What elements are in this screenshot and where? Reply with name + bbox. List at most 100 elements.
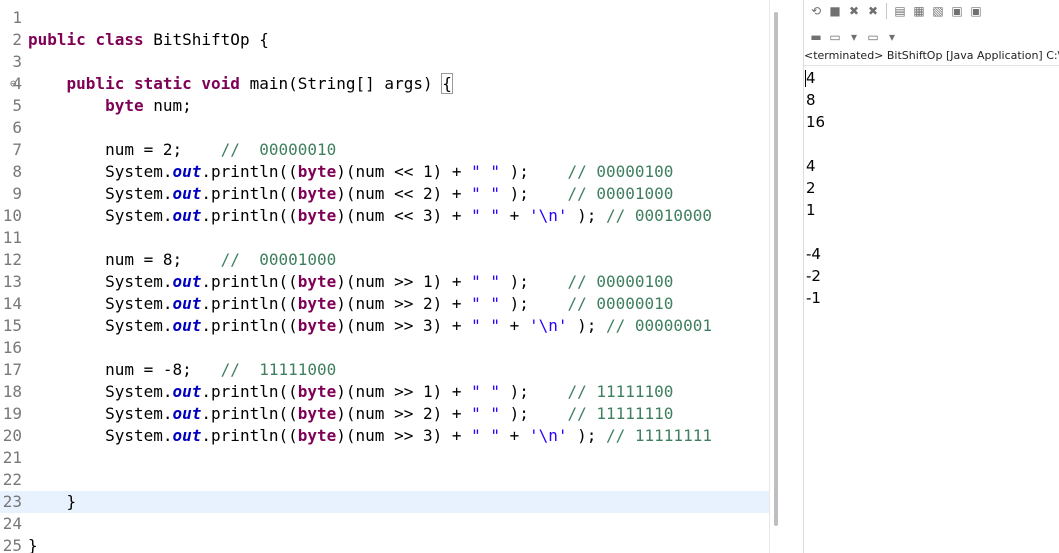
- console-menu-icon[interactable]: ▭: [827, 29, 843, 45]
- line-number: 25: [2, 536, 22, 553]
- console-title: <terminated> BitShiftOp [Java Applicatio…: [804, 47, 1059, 66]
- code-line[interactable]: 1: [0, 7, 769, 29]
- code-text: System.out.println((byte)(num << 3) + " …: [28, 206, 712, 225]
- line-number: 1: [12, 8, 22, 27]
- text-caret: [805, 70, 806, 87]
- console-output[interactable]: 4 8 16 4 2 1 -4 -2 -1: [806, 67, 825, 309]
- line-number: 24: [2, 514, 22, 533]
- line-number: 2: [12, 30, 22, 49]
- line-number: 17: [2, 360, 22, 379]
- line-number: 20: [2, 426, 22, 445]
- line-number: 12: [2, 250, 22, 269]
- code-text: System.out.println((byte)(num << 2) + " …: [28, 184, 674, 203]
- code-line[interactable]: 12 num = 8; // 00001000: [0, 249, 769, 271]
- line-number: 3: [12, 52, 22, 71]
- code-line[interactable]: 10 System.out.println((byte)(num << 3) +…: [0, 205, 769, 227]
- console-output-line: 2: [806, 179, 816, 197]
- code-line[interactable]: 22: [0, 469, 769, 491]
- code-text: }: [28, 536, 38, 553]
- code-line[interactable]: 4 ⊖ public static void main(String[] args…: [0, 73, 769, 95]
- line-number: 14: [2, 294, 22, 313]
- line-number: 9: [12, 184, 22, 203]
- word-wrap-icon[interactable]: ▧: [930, 3, 946, 19]
- code-line[interactable]: 17 num = -8; // 11111000: [0, 359, 769, 381]
- display-selected-console-icon[interactable]: ▬: [808, 29, 824, 45]
- code-line[interactable]: 15 System.out.println((byte)(num >> 3) +…: [0, 315, 769, 337]
- line-number: 11: [2, 228, 22, 247]
- line-number: 8: [12, 162, 22, 181]
- code-text: System.out.println((byte)(num >> 1) + " …: [28, 272, 674, 291]
- line-number: 16: [2, 338, 22, 357]
- line-number: 13: [2, 272, 22, 291]
- code-text: }: [28, 492, 77, 511]
- code-line[interactable]: 7 num = 2; // 00000010: [0, 139, 769, 161]
- code-text: num = 8; // 00001000: [28, 250, 337, 269]
- code-line[interactable]: 25}: [0, 535, 769, 553]
- line-number: 22: [2, 470, 22, 489]
- code-line[interactable]: 23 }: [0, 491, 769, 513]
- line-number: 21: [2, 448, 22, 467]
- line-number: 6: [12, 118, 22, 137]
- editor-vertical-scrollbar[interactable]: [769, 0, 804, 553]
- code-line[interactable]: 24: [0, 513, 769, 535]
- pin-console-icon[interactable]: ⟲: [808, 3, 824, 19]
- dropdown-arrow-icon[interactable]: ▾: [846, 29, 862, 45]
- code-editor[interactable]: 1 2 public class BitShiftOp {3 4 ⊖ public st…: [0, 0, 769, 553]
- code-line[interactable]: 20 System.out.println((byte)(num >> 3) +…: [0, 425, 769, 447]
- code-text: num = -8; // 11111000: [28, 360, 337, 379]
- code-line[interactable]: 8 System.out.println((byte)(num << 1) + …: [0, 161, 769, 183]
- code-text: public class BitShiftOp {: [28, 30, 269, 49]
- code-line[interactable]: 3: [0, 51, 769, 73]
- code-line[interactable]: 21: [0, 447, 769, 469]
- remove-launch-icon[interactable]: ✖: [846, 3, 862, 19]
- console-output-line: -2: [806, 267, 821, 285]
- code-text: System.out.println((byte)(num >> 1) + " …: [28, 382, 674, 401]
- console-output-line: 4: [806, 157, 816, 175]
- clear-console-icon[interactable]: ▤: [892, 3, 908, 19]
- console-output-line: -1: [806, 289, 821, 307]
- code-line[interactable]: 6: [0, 117, 769, 139]
- code-line[interactable]: 2 public class BitShiftOp {: [0, 29, 769, 51]
- stop-icon[interactable]: ■: [827, 3, 843, 19]
- console-output-line: 1: [806, 201, 816, 219]
- console-output-line: -4: [806, 245, 821, 263]
- show-on-stdout-icon[interactable]: ▣: [949, 3, 965, 19]
- code-text: System.out.println((byte)(num >> 3) + " …: [28, 426, 712, 445]
- code-line[interactable]: 13 System.out.println((byte)(num >> 1) +…: [0, 271, 769, 293]
- code-line[interactable]: 14 System.out.println((byte)(num >> 2) +…: [0, 293, 769, 315]
- console-toolbar: ⟲ ■ ✖ ✖ ▤ ▦ ▧ ▣ ▣: [804, 0, 984, 22]
- code-line[interactable]: 9 System.out.println((byte)(num << 2) + …: [0, 183, 769, 205]
- code-line[interactable]: 11: [0, 227, 769, 249]
- toolbar-separator: [886, 3, 887, 19]
- fold-collapse-icon[interactable]: ⊖: [10, 73, 17, 95]
- line-number: 7: [12, 140, 22, 159]
- line-number: 15: [2, 316, 22, 335]
- dropdown-arrow-icon[interactable]: ▾: [884, 29, 900, 45]
- line-number: 5: [12, 96, 22, 115]
- show-on-stderr-icon[interactable]: ▣: [968, 3, 984, 19]
- code-line[interactable]: 18 System.out.println((byte)(num >> 1) +…: [0, 381, 769, 403]
- line-number: 23: [2, 492, 22, 511]
- code-line[interactable]: 19 System.out.println((byte)(num >> 2) +…: [0, 403, 769, 425]
- line-number: 19: [2, 404, 22, 423]
- code-text: public static void main(String[] args) {: [66, 73, 453, 94]
- scroll-lock-icon[interactable]: ▦: [911, 3, 927, 19]
- console-toolbar-secondary: ▬ ▭ ▾ ▭ ▾: [804, 26, 900, 48]
- line-number: 10: [2, 206, 22, 225]
- code-line[interactable]: 5 byte num;: [0, 95, 769, 117]
- code-text: System.out.println((byte)(num >> 3) + " …: [28, 316, 712, 335]
- console-output-line: 8: [806, 91, 816, 109]
- remove-all-launches-icon[interactable]: ✖: [865, 3, 881, 19]
- scrollbar-thumb[interactable]: [774, 12, 778, 526]
- code-text: System.out.println((byte)(num >> 2) + " …: [28, 294, 674, 313]
- code-text: num = 2; // 00000010: [28, 140, 337, 159]
- console-output-line: 4: [806, 69, 816, 87]
- line-number: 18: [2, 382, 22, 401]
- console-output-line: 16: [806, 113, 826, 131]
- code-line[interactable]: 16: [0, 337, 769, 359]
- open-console-icon[interactable]: ▭: [865, 29, 881, 45]
- code-text: System.out.println((byte)(num >> 2) + " …: [28, 404, 674, 423]
- code-text: System.out.println((byte)(num << 1) + " …: [28, 162, 674, 181]
